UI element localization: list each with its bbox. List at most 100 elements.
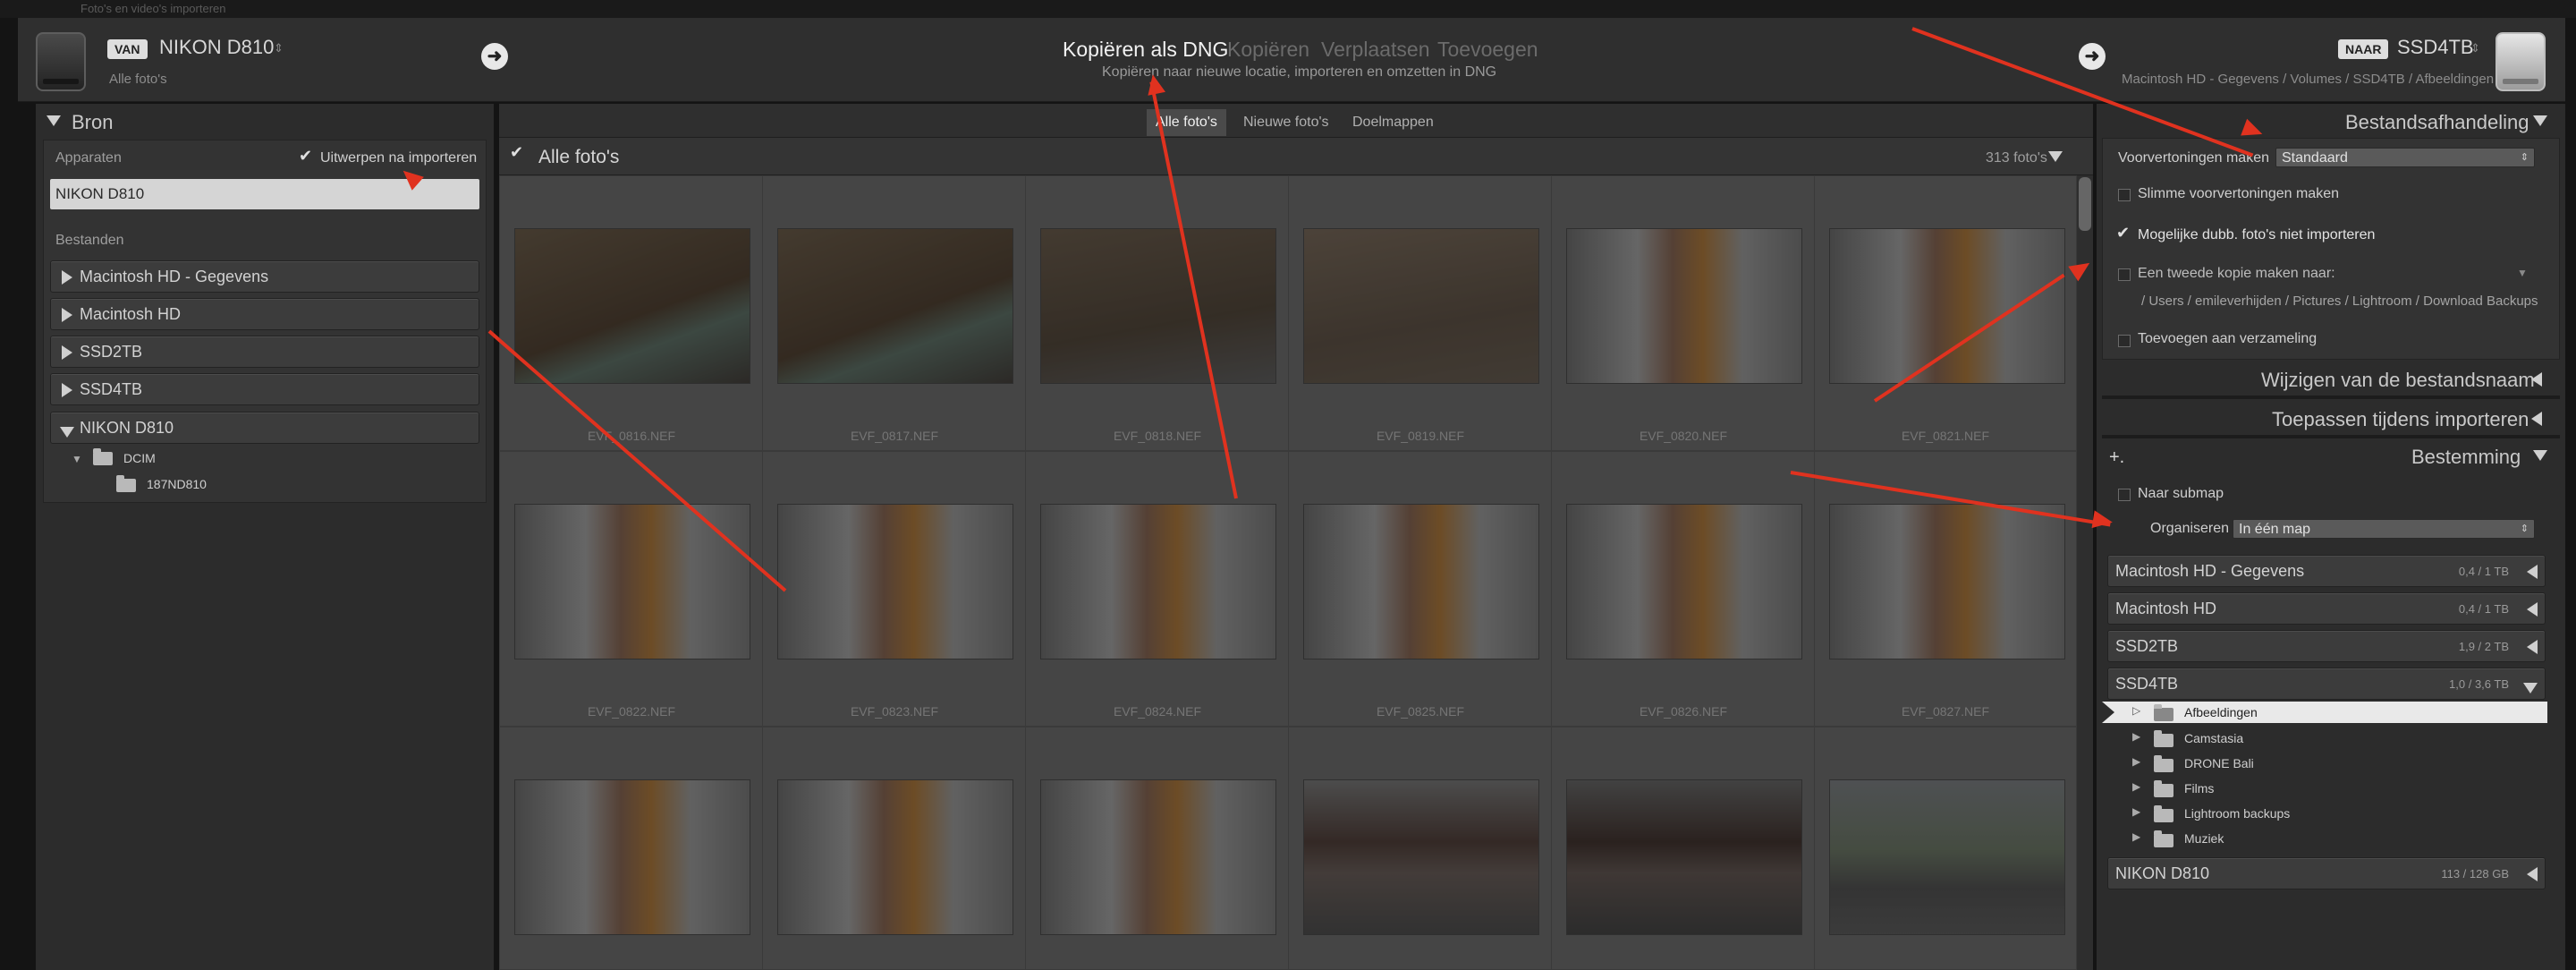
chevron-down-icon[interactable]: ▼: [2517, 267, 2528, 279]
grid-scrollbar[interactable]: [2077, 175, 2093, 970]
photo-thumbnail[interactable]: [1829, 228, 2065, 384]
expand-triangle-icon[interactable]: ▷: [2132, 704, 2140, 717]
folder-dcim[interactable]: DCIM: [123, 451, 156, 465]
photo-thumbnail[interactable]: [1040, 228, 1276, 384]
grid-scrollbar-thumb[interactable]: [2079, 177, 2091, 231]
folder-muziek[interactable]: Muziek: [2184, 831, 2224, 846]
photo-cell[interactable]: EVF_0825.NEF: [1288, 451, 1553, 727]
photo-cell[interactable]: [1814, 727, 2077, 970]
dest-volume-ssd4tb[interactable]: SSD4TB 1,0 / 3,6 TB: [2107, 668, 2546, 700]
photo-cell[interactable]: EVF_0826.NEF: [1551, 451, 1816, 727]
dest-volume-macintosh-hd-gegevens[interactable]: Macintosh HD - Gegevens 0,4 / 1 TB: [2107, 555, 2546, 587]
source-volume-macintosh-hd[interactable]: Macintosh HD: [50, 298, 479, 330]
second-copy-checkbox[interactable]: [2118, 268, 2131, 281]
second-copy-path[interactable]: / Users / emileverhijden / Pictures / Li…: [2141, 294, 2538, 309]
organize-dropdown[interactable]: In één map ⇕: [2233, 519, 2535, 539]
source-volume-ssd4tb[interactable]: SSD4TB: [50, 373, 479, 405]
photo-cell[interactable]: EVF_0818.NEF: [1025, 175, 1290, 451]
photo-cell[interactable]: EVF_0827.NEF: [1814, 451, 2077, 727]
expand-triangle-icon[interactable]: ▶: [2132, 730, 2140, 743]
source-volume-nikon[interactable]: NIKON D810: [50, 412, 479, 444]
photo-thumbnail[interactable]: [1303, 779, 1539, 935]
mode-copy[interactable]: Kopiëren: [1227, 38, 1309, 62]
photo-cell[interactable]: EVF_0816.NEF: [499, 175, 764, 451]
tab-new-photos[interactable]: Nieuwe foto's: [1234, 109, 1338, 136]
dest-volume-nikon[interactable]: NIKON D810 113 / 128 GB: [2107, 857, 2546, 889]
photo-thumbnail[interactable]: [1303, 228, 1539, 384]
no-duplicates-checkbox[interactable]: ✔: [2116, 224, 2130, 242]
photo-thumbnail[interactable]: [777, 779, 1013, 935]
photo-thumbnail[interactable]: [1303, 504, 1539, 659]
photo-cell[interactable]: EVF_0824.NEF: [1025, 451, 1290, 727]
source-name[interactable]: NIKON D810: [159, 36, 274, 59]
collapse-triangle-icon[interactable]: [47, 115, 61, 131]
mode-copy-dng[interactable]: Kopiëren als DNG: [1063, 38, 1228, 62]
photo-cell[interactable]: EVF_0823.NEF: [762, 451, 1027, 727]
photo-cell[interactable]: EVF_0820.NEF: [1551, 175, 1816, 451]
expand-triangle-icon[interactable]: [62, 270, 72, 289]
photo-thumbnail[interactable]: [514, 779, 750, 935]
smart-previews-checkbox[interactable]: [2118, 189, 2131, 201]
collapse-triangle-icon[interactable]: [2533, 115, 2547, 131]
folder-camstasia[interactable]: Camstasia: [2184, 731, 2243, 745]
destination-name[interactable]: SSD4TB: [2397, 36, 2474, 59]
photo-thumbnail[interactable]: [1566, 228, 1802, 384]
add-destination-button[interactable]: +.: [2109, 447, 2124, 468]
photo-thumbnail[interactable]: [1040, 504, 1276, 659]
expand-triangle-icon[interactable]: [2531, 372, 2542, 391]
eject-checkbox[interactable]: ✔: [299, 147, 312, 166]
expand-triangle-icon[interactable]: ▶: [2132, 755, 2140, 768]
photo-thumbnail[interactable]: [1566, 504, 1802, 659]
collapse-triangle-icon[interactable]: ▼: [72, 453, 82, 465]
camera-drive-icon[interactable]: [36, 32, 86, 91]
expand-triangle-icon[interactable]: ▶: [2132, 780, 2140, 793]
expand-triangle-icon[interactable]: [2527, 565, 2538, 583]
photo-thumbnail[interactable]: [777, 504, 1013, 659]
collapse-triangle-icon[interactable]: [60, 423, 74, 442]
photo-cell[interactable]: EVF_0817.NEF: [762, 175, 1027, 451]
add-collection-checkbox[interactable]: [2118, 335, 2131, 347]
photo-cell[interactable]: EVF_0821.NEF: [1814, 175, 2077, 451]
source-volume-macintosh-hd-gegevens[interactable]: Macintosh HD - Gegevens: [50, 260, 479, 293]
expand-triangle-icon[interactable]: [62, 308, 72, 327]
photo-cell[interactable]: [499, 727, 764, 970]
dest-volume-ssd2tb[interactable]: SSD2TB 1,9 / 2 TB: [2107, 630, 2546, 662]
folder-187nd810[interactable]: 187ND810: [147, 477, 207, 491]
destination-drive-icon[interactable]: [2496, 32, 2546, 91]
previews-dropdown[interactable]: Standaard ⇕: [2275, 148, 2535, 167]
photo-cell[interactable]: [1288, 727, 1553, 970]
source-chevron-icon[interactable]: ⇕: [274, 41, 284, 55]
folder-afbeeldingen[interactable]: Afbeeldingen: [2184, 705, 2258, 719]
photo-thumbnail[interactable]: [514, 228, 750, 384]
expand-triangle-icon[interactable]: ▶: [2132, 830, 2140, 843]
sort-triangle-icon[interactable]: [2048, 150, 2063, 166]
source-volume-ssd2tb[interactable]: SSD2TB: [50, 336, 479, 368]
mode-move[interactable]: Verplaatsen: [1321, 38, 1429, 62]
expand-triangle-icon[interactable]: [2527, 640, 2538, 659]
photo-thumbnail[interactable]: [1566, 779, 1802, 935]
photo-cell[interactable]: EVF_0819.NEF: [1288, 175, 1553, 451]
expand-triangle-icon[interactable]: [2527, 602, 2538, 621]
photo-thumbnail[interactable]: [1040, 779, 1276, 935]
select-all-checkbox[interactable]: ✔: [510, 143, 523, 162]
tab-destination-folders[interactable]: Doelmappen: [1343, 109, 1443, 136]
photo-cell[interactable]: [1025, 727, 1290, 970]
subfolder-checkbox[interactable]: [2118, 489, 2131, 501]
folder-films[interactable]: Films: [2184, 781, 2214, 796]
folder-lightroom-backups[interactable]: Lightroom backups: [2184, 806, 2290, 821]
photo-thumbnail[interactable]: [777, 228, 1013, 384]
expand-triangle-icon[interactable]: [62, 345, 72, 364]
photo-cell[interactable]: [1551, 727, 1816, 970]
expand-triangle-icon[interactable]: [2527, 867, 2538, 886]
collapse-triangle-icon[interactable]: [2523, 679, 2538, 698]
collapse-triangle-icon[interactable]: [2533, 449, 2547, 465]
expand-triangle-icon[interactable]: ▶: [2132, 805, 2140, 818]
mode-add[interactable]: Toevoegen: [1437, 38, 1538, 62]
photo-cell[interactable]: [762, 727, 1027, 970]
folder-drone-bali[interactable]: DRONE Bali: [2184, 756, 2254, 770]
expand-triangle-icon[interactable]: [2531, 412, 2542, 430]
expand-triangle-icon[interactable]: [62, 383, 72, 402]
photo-thumbnail[interactable]: [1829, 504, 2065, 659]
dest-volume-macintosh-hd[interactable]: Macintosh HD 0,4 / 1 TB: [2107, 592, 2546, 625]
photo-cell[interactable]: EVF_0822.NEF: [499, 451, 764, 727]
